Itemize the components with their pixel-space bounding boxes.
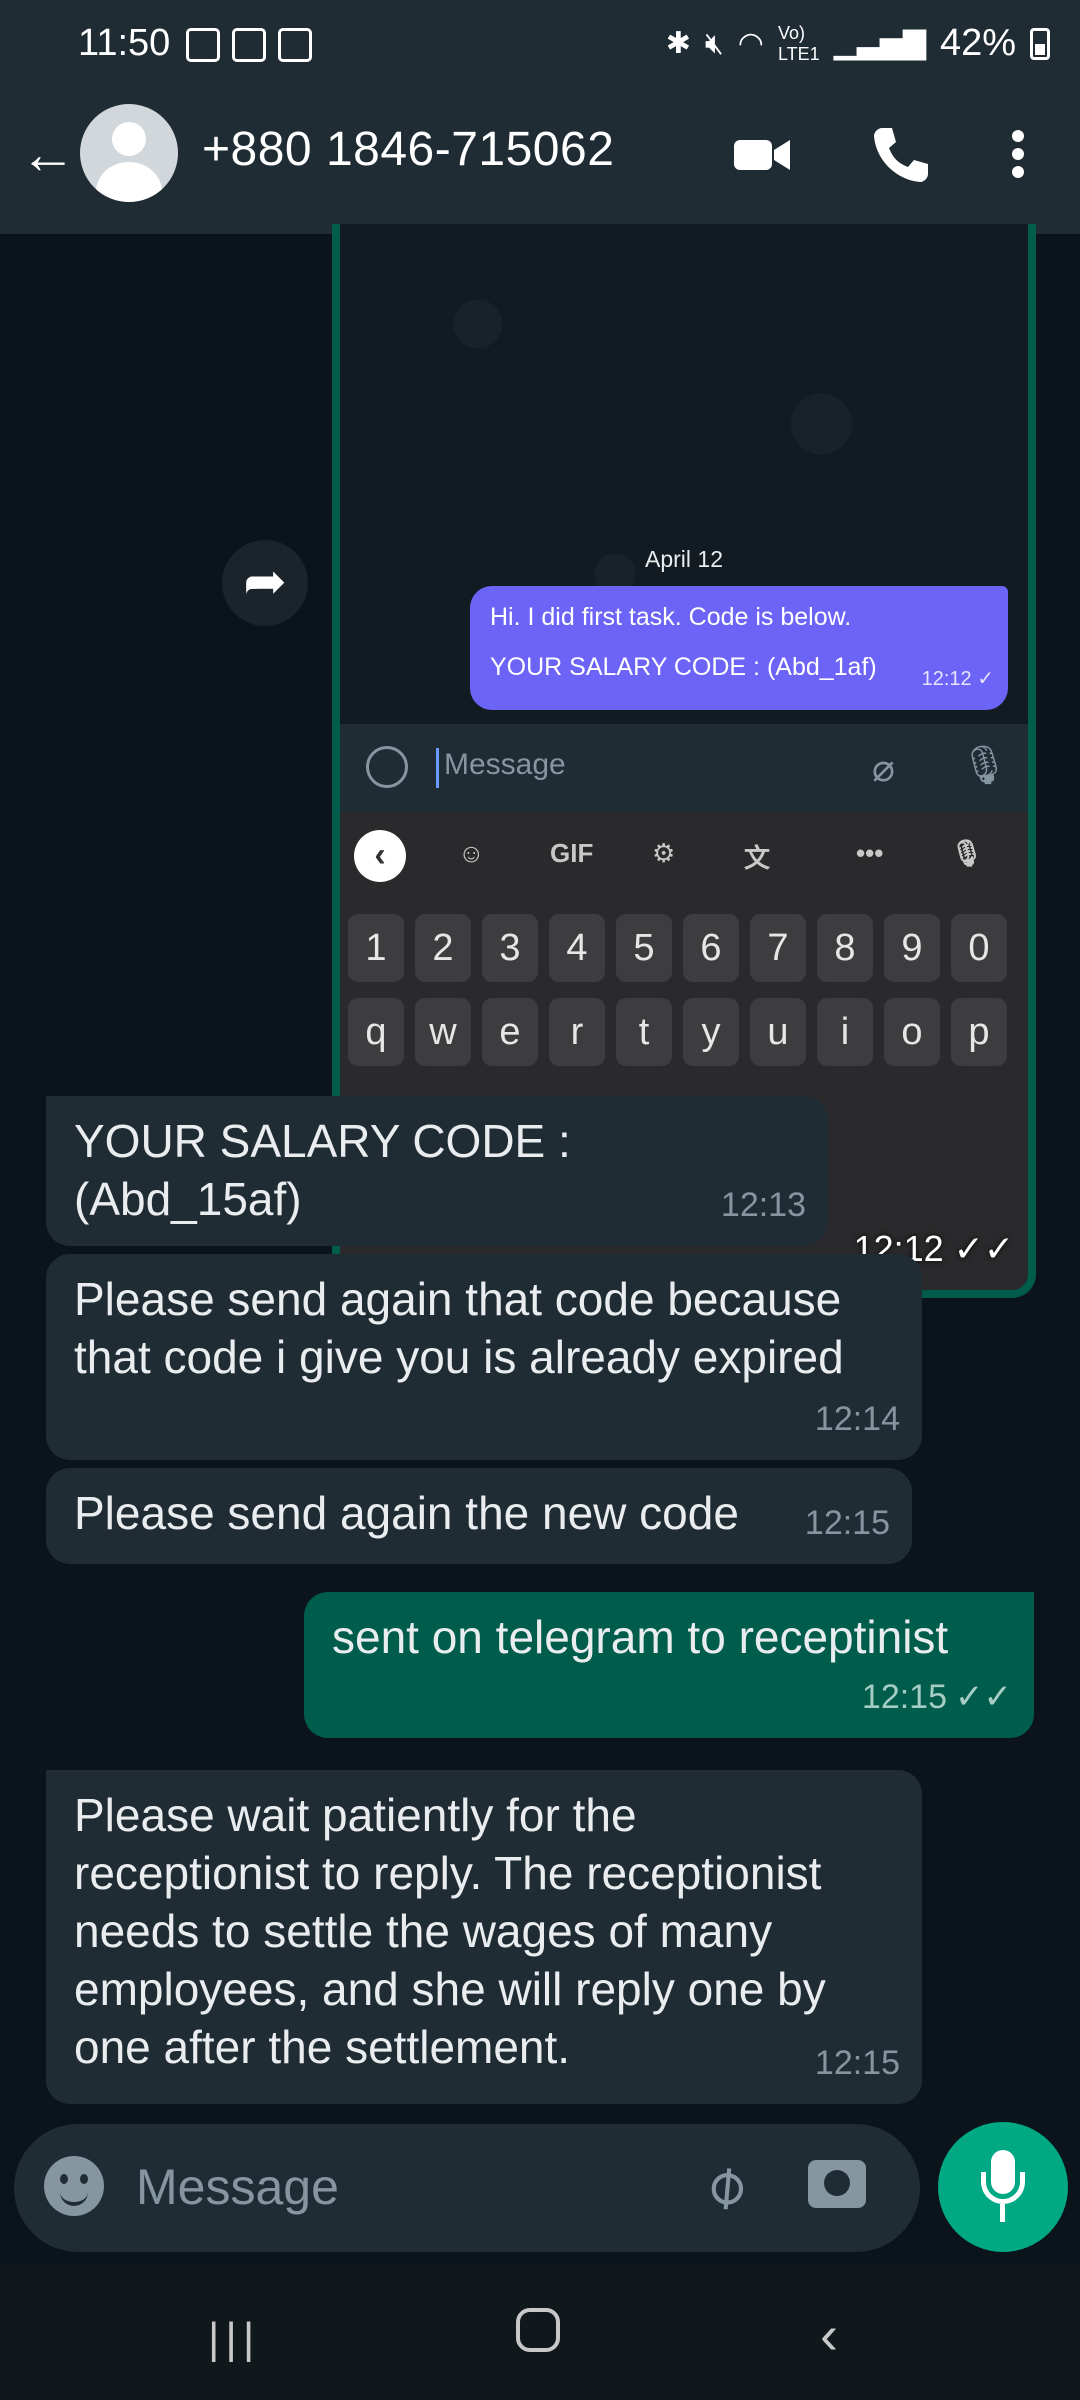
system-nav-bar: ||| ‹ [0,2264,1080,2400]
screenshot-message-line2: YOUR SALARY CODE : (Abd_1af) [490,653,877,681]
message-time: 12:15 [804,1504,890,1542]
message-input[interactable]: Message [136,2158,339,2216]
screenshot-key: e [482,998,538,1066]
screenshot-emoji-icon [366,746,408,788]
message-text: Please send again the new code [74,1487,739,1539]
forward-icon[interactable]: ➦ [222,540,308,626]
screenshot-date-label: April 12 [645,546,723,572]
message-bubble-incoming[interactable]: YOUR SALARY CODE : (Abd_15af) 12:13 [46,1096,828,1246]
screenshot-key: 7 [750,914,806,982]
chat-header: ← +880 1846-715062 [0,92,1080,234]
volte-icon: Vo) LTE1 [777,22,820,64]
screenshot-key: 5 [616,914,672,982]
screenshot-key: r [549,998,605,1066]
screenshot-letter-row: q w e r t y u i o p [348,998,1007,1066]
screenshot-input-bar: Message ⌀ 🎙︎ [340,724,1028,812]
emoji-icon[interactable] [44,2156,104,2216]
screenshot-key: o [884,998,940,1066]
screenshot-gif-label: GIF [550,838,594,868]
status-bar: 11:50 ✱ 🔇︎ ◠ Vo) LTE1 ▁▃▅▇ 42% [0,0,1080,92]
screenshot-message-time: 12:12 ✓ [921,668,994,690]
screenshot-key: y [683,998,739,1066]
screenshot-translate-icon: 文 [744,843,771,873]
message-bubble-outgoing[interactable]: sent on telegram to receptinist 12:15 ✓✓ [304,1592,1034,1738]
wifi-icon: ◠ [737,27,764,60]
screenshot-key: q [348,998,404,1066]
teams-icon [278,28,312,62]
screenshot-key: t [616,998,672,1066]
message-bubble-incoming[interactable]: Please wait patiently for the receptioni… [46,1770,922,2104]
screenshot-key: 8 [817,914,873,982]
mic-icon-arc [981,2172,1025,2204]
home-icon[interactable] [516,2308,560,2352]
message-time: 12:15 ✓✓ [861,1678,1012,1716]
screenshot-key: 6 [683,914,739,982]
message-text: Please wait patiently for the receptioni… [74,1789,826,2073]
voice-call-icon[interactable] [868,122,932,186]
screenshot-key: i [817,998,873,1066]
avatar[interactable] [80,104,178,202]
screenshot-key: 1 [348,914,404,982]
screenshot-keyboard-back-icon: ‹ [354,830,406,882]
mute-icon: 🔇︎ [704,26,724,60]
screenshot-key: 9 [884,914,940,982]
nav-back-icon[interactable]: ‹ [820,2304,838,2366]
message-time: 12:15 [814,2044,900,2082]
screenshot-sticker-icon: ☺ [458,838,485,868]
message-bubble-incoming[interactable]: Please send again the new code 12:15 [46,1468,912,1564]
avatar-head [112,122,146,156]
message-text: YOUR SALARY CODE : (Abd_15af) [74,1115,571,1225]
message-time: 12:13 [720,1186,806,1224]
avatar-body [96,162,162,202]
notification-icons [186,28,312,62]
attach-icon[interactable]: ⌀ [688,2147,761,2224]
screenshot-key: 2 [415,914,471,982]
screenshot-voice-icon: 🎙︎ [950,838,984,868]
screenshot-key: 0 [951,914,1007,982]
message-time: 12:14 [814,1400,900,1438]
battery-level: 42% [939,22,1016,64]
screenshot-input-placeholder: Message [444,748,566,781]
signal-icon: ▁▃▅▇ [833,27,926,60]
screenshot-message-line1: Hi. I did first task. Code is below. [490,603,852,631]
screenshot-more-label: ••• [856,838,884,868]
message-composer[interactable]: Message ⌀ [14,2124,920,2252]
more-vert-icon[interactable] [1000,122,1036,186]
recent-apps-icon[interactable]: ||| [208,2314,260,2364]
message-text: sent on telegram to receptinist [332,1611,949,1663]
screenshot-key: p [951,998,1007,1066]
read-ticks-icon: ✓✓ [955,1678,1012,1716]
screenshot-keyboard-toolbar: ‹ ☺ GIF ⚙ 文 ••• 🎙︎ [340,812,1028,900]
screenshot-mic-icon: 🎙︎ [960,745,1009,787]
bluetooth-icon: ✱ [665,27,691,60]
screenshot-number-row: 1 2 3 4 5 6 7 8 9 0 [348,914,1007,982]
camera-icon[interactable] [808,2160,866,2208]
screenshot-attach-icon: ⌀ [872,748,895,790]
screenshot-caret [436,748,439,788]
chat-area[interactable]: ➦ April 12 Hi. I did first task. Code is… [0,224,1080,2120]
gallery-icon [186,28,220,62]
screenshot-key: w [415,998,471,1066]
contact-name[interactable]: +880 1846-715062 [202,122,614,177]
mic-button[interactable] [938,2122,1068,2252]
screenshot-key: 4 [549,914,605,982]
screenshot-key: u [750,998,806,1066]
calendar-icon [232,28,266,62]
screenshot-message-bubble: Hi. I did first task. Code is below. YOU… [470,586,1008,710]
battery-icon [1030,27,1050,60]
back-arrow-icon[interactable]: ← [18,124,78,184]
system-icons: ✱ 🔇︎ ◠ Vo) LTE1 ▁▃▅▇ 42% [666,22,1050,65]
screenshot-key: 3 [482,914,538,982]
mic-icon-stem [1000,2204,1005,2222]
message-text: Please send again that code because that… [74,1273,844,1383]
video-call-icon[interactable] [730,122,794,186]
screenshot-settings-icon: ⚙ [652,838,676,868]
message-bubble-incoming[interactable]: Please send again that code because that… [46,1254,922,1460]
status-time: 11:50 [78,22,171,64]
